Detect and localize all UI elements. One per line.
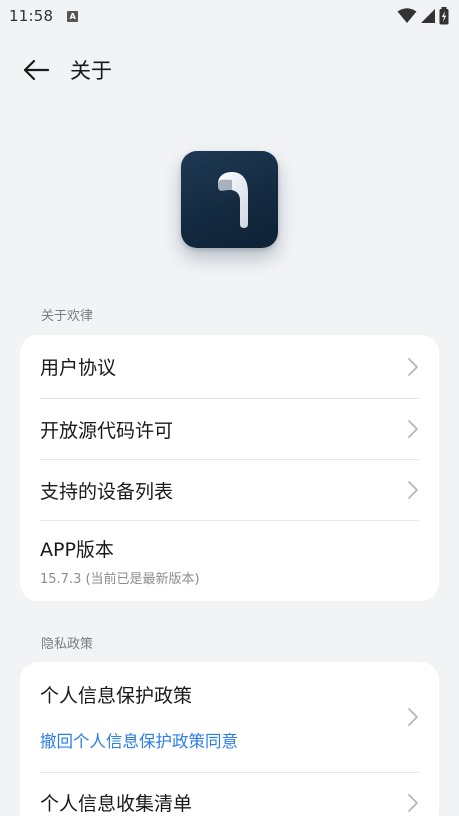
open-source-license-label: 开放源代码许可 (40, 419, 174, 442)
chevron-right-icon (408, 420, 418, 438)
privacy-card: 个人信息保护政策 撤回个人信息保护政策同意 个人信息收集清单 (20, 662, 439, 816)
privacy-policy-label: 个人信息保护政策 (40, 685, 193, 707)
section-label-about: 关于欢律 (41, 309, 94, 324)
a-icon: A (67, 10, 79, 22)
battery-charging-icon (439, 7, 449, 25)
status-bar: 11:58 A (0, 0, 459, 32)
supported-devices-label: 支持的设备列表 (40, 480, 174, 503)
app-logo-icon (217, 171, 248, 228)
app-version-label: APP版本 (40, 539, 114, 561)
app-version-value: 15.7.3 (当前已是最新版本) (40, 572, 200, 587)
status-icons (397, 7, 449, 25)
arrow-left-icon (23, 59, 50, 81)
status-time: 11:58 (9, 7, 54, 25)
privacy-policy-item[interactable]: 个人信息保护政策 撤回个人信息保护政策同意 (40, 662, 419, 773)
chevron-right-icon (408, 708, 418, 726)
signal-icon (421, 9, 435, 23)
chevron-right-icon (408, 357, 418, 376)
app-version-item: APP版本 15.7.3 (当前已是最新版本) (40, 521, 419, 601)
section-label-privacy: 隐私政策 (41, 637, 94, 652)
withdraw-consent-link[interactable]: 撤回个人信息保护政策同意 (40, 728, 238, 752)
page-title: 关于 (70, 59, 112, 83)
user-agreement-item[interactable]: 用户协议 (40, 335, 419, 399)
header: 关于 (0, 48, 459, 92)
back-button[interactable] (14, 48, 58, 92)
chevron-right-icon (408, 481, 418, 499)
about-card: 用户协议 开放源代码许可 支持的设备列表 APP版本 15.7.3 (当前已是最… (20, 335, 439, 601)
user-agreement-label: 用户协议 (40, 357, 117, 379)
supported-devices-item[interactable]: 支持的设备列表 (40, 460, 419, 521)
personal-info-list-label: 个人信息收集清单 (40, 793, 193, 815)
personal-info-list-item[interactable]: 个人信息收集清单 (40, 773, 419, 816)
chevron-right-icon (408, 793, 418, 812)
wifi-icon (397, 8, 417, 23)
open-source-license-item[interactable]: 开放源代码许可 (40, 399, 419, 460)
app-logo (181, 151, 278, 248)
